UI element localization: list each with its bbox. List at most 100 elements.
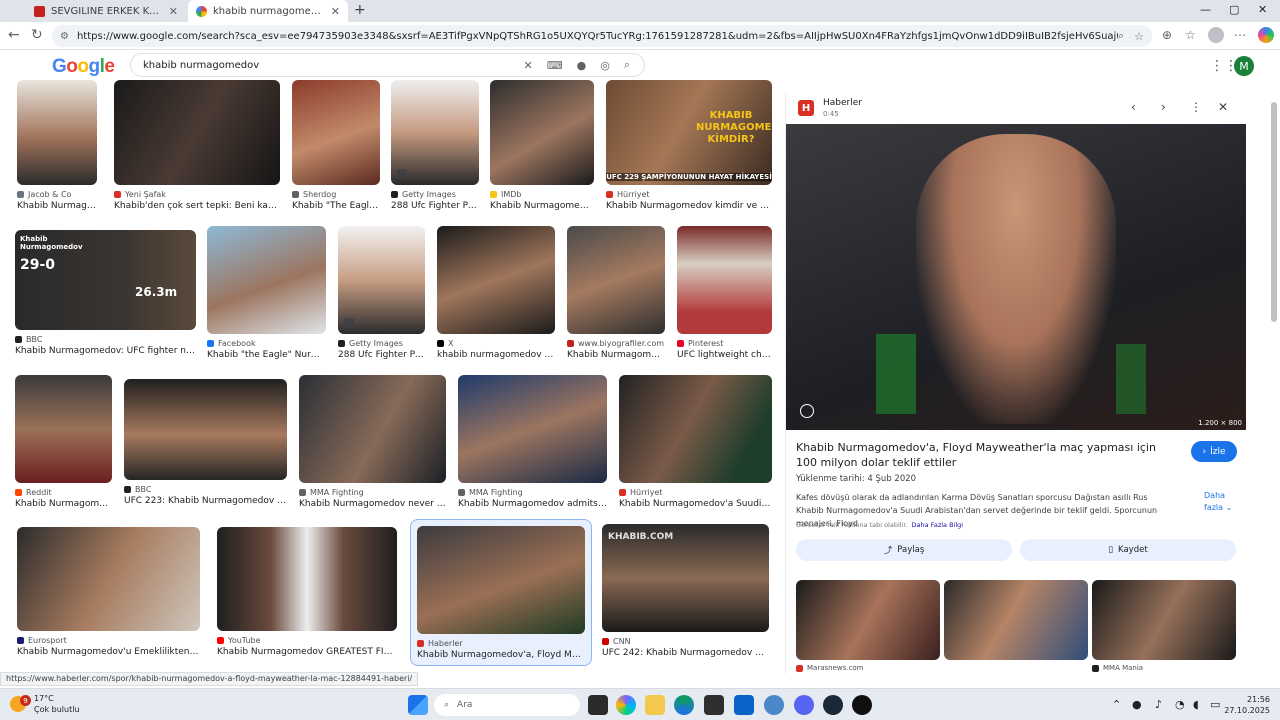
result-caption[interactable]: Khabib Nurmagomedov'a Suudi Ara... — [619, 499, 772, 509]
image-result[interactable]: Yeni Şafak Khabib'den çok sert tepki: Be… — [114, 80, 280, 211]
image-result[interactable]: www.biyografiler.com Khabib Nurmagomed..… — [567, 226, 665, 360]
wifi-icon[interactable]: ◔ — [1175, 698, 1185, 711]
result-thumbnail[interactable] — [299, 375, 446, 483]
volume-icon[interactable]: ◖ — [1193, 698, 1199, 711]
result-caption[interactable]: Khabib "the Eagle" Nurma... — [207, 350, 326, 360]
result-thumbnail[interactable] — [217, 527, 397, 631]
close-panel-icon[interactable]: ✕ — [1218, 100, 1228, 114]
image-result[interactable]: MMA Fighting Khabib Nurmagomedov admits … — [458, 375, 607, 509]
result-thumbnail[interactable] — [490, 80, 594, 185]
image-result[interactable]: Khabib Nurmagomedov 29-0 26.3m BBC Khabi… — [15, 230, 196, 356]
result-caption[interactable]: Khabib Nurmagomed... — [15, 499, 112, 509]
result-caption[interactable]: Khabib Nurmagomedo... — [490, 201, 594, 211]
app-icon[interactable] — [852, 695, 872, 715]
result-thumbnail[interactable] — [15, 375, 112, 483]
store-icon[interactable] — [704, 695, 724, 715]
google-logo[interactable]: Google — [52, 56, 115, 78]
result-thumbnail[interactable] — [391, 80, 479, 185]
image-result[interactable]: Jacob & Co Khabib Nurmagom... — [17, 80, 97, 211]
more-link[interactable]: Daha fazla ⌄ — [1204, 490, 1244, 514]
microphone-icon[interactable]: ● — [577, 59, 587, 72]
result-caption[interactable]: 288 Ufc Fighter Po... — [391, 201, 479, 211]
microphone-icon[interactable]: ♪ — [1155, 698, 1162, 711]
result-thumbnail[interactable] — [292, 80, 380, 185]
result-thumbnail[interactable]: KHABIB.COM — [602, 524, 769, 632]
favorites-icon[interactable]: ☆ — [1185, 28, 1196, 42]
result-caption[interactable]: 288 Ufc Fighter Po... — [338, 350, 425, 360]
steam-icon[interactable] — [823, 695, 843, 715]
clear-search-icon[interactable]: ✕ — [524, 59, 533, 72]
watch-button[interactable]: › İzle — [1191, 441, 1237, 462]
result-caption[interactable]: Khabib Nurmagom... — [17, 201, 97, 211]
preview-image[interactable]: 1.200 × 800 — [786, 124, 1246, 430]
lens-camera-icon[interactable]: ◎ — [600, 59, 610, 72]
result-thumbnail[interactable] — [619, 375, 772, 483]
next-arrow-icon[interactable]: › — [1161, 100, 1166, 114]
scrollbar-thumb[interactable] — [1271, 102, 1277, 322]
copilot-app-icon[interactable] — [616, 695, 636, 715]
preview-title[interactable]: Khabib Nurmagomedov'a, Floyd Mayweather'… — [796, 440, 1176, 470]
result-thumbnail[interactable] — [17, 527, 200, 631]
image-result[interactable]: Reddit Khabib Nurmagomed... — [15, 375, 112, 509]
image-result[interactable]: Facebook Khabib "the Eagle" Nurma... — [207, 226, 326, 360]
site-info-icon[interactable]: ⚙ — [60, 31, 69, 42]
result-caption[interactable]: Khabib Nurmagomedov admits len... — [458, 499, 607, 509]
share-button[interactable]: ⤴ Paylaş — [796, 539, 1012, 561]
image-result[interactable]: KHABIB NURMAGOMEDOV KİMDİR? UFC 229 ŞAMP… — [606, 80, 772, 211]
search-box[interactable]: khabib nurmagomedov ✕ ⌨ ● ◎ ⌕ — [130, 53, 645, 77]
result-thumbnail[interactable] — [567, 226, 665, 334]
result-caption[interactable]: khabib nurmagomedov on ... — [437, 350, 555, 360]
account-avatar[interactable]: M — [1234, 56, 1254, 76]
result-thumbnail[interactable] — [338, 226, 425, 334]
result-caption[interactable]: Khabib Nurmagomedov kimdir ve nereli... — [606, 201, 772, 211]
result-thumbnail[interactable] — [458, 375, 607, 483]
license-link[interactable]: Daha Fazla Bilgi — [912, 521, 964, 529]
close-tab-icon[interactable]: ✕ — [169, 5, 178, 18]
related-image[interactable] — [796, 580, 940, 660]
close-tab-icon[interactable]: ✕ — [331, 5, 340, 18]
result-thumbnail[interactable] — [677, 226, 772, 334]
image-result[interactable]: Sherdog Khabib "The Eagle... — [292, 80, 380, 211]
result-thumbnail[interactable] — [114, 80, 280, 185]
search-icon[interactable]: ⌕ — [624, 58, 630, 72]
image-result[interactable]: Pinterest UFC lightweight cha... — [677, 226, 772, 360]
result-caption[interactable]: UFC 223: Khabib Nurmagomedov cro... — [124, 496, 287, 506]
address-bar[interactable]: ⚙ https://www.google.com/search?sca_esv=… — [52, 25, 1152, 47]
result-caption[interactable]: Khabib Nurmagomedov: UFC fighter name... — [15, 346, 196, 356]
result-thumbnail[interactable] — [207, 226, 326, 334]
image-result[interactable]: BBC UFC 223: Khabib Nurmagomedov cro... — [124, 379, 287, 506]
windows-start-icon[interactable] — [408, 695, 428, 715]
image-result-selected[interactable]: Haberler Khabib Nurmagomedov'a, Floyd Ma… — [410, 519, 592, 666]
url-text[interactable]: https://www.google.com/search?sca_esv=ee… — [77, 31, 1118, 42]
image-result[interactable]: KHABIB.COM CNN UFC 242: Khabib Nurmagome… — [602, 524, 769, 658]
image-result[interactable]: YouTube Khabib Nurmagomedov GREATEST FIN… — [217, 527, 397, 657]
related-image[interactable] — [1092, 580, 1236, 660]
keyboard-icon[interactable]: ⌨ — [547, 59, 563, 72]
result-thumbnail[interactable] — [437, 226, 555, 334]
tab-khabib[interactable]: khabib nurmagomedov - Google ✕ — [188, 0, 348, 22]
result-caption[interactable]: Khabib'den çok sert tepki: Beni kaybed..… — [114, 201, 280, 211]
zoom-icon[interactable]: ⌕ — [1118, 29, 1124, 43]
image-result[interactable]: Getty Images 288 Ufc Fighter Po... — [391, 80, 479, 211]
task-view-icon[interactable] — [588, 695, 608, 715]
result-caption[interactable]: Khabib Nurmagomedov'a, Floyd Maywea... — [417, 650, 585, 660]
image-result[interactable]: X khabib nurmagomedov on ... — [437, 226, 555, 360]
reload-icon[interactable]: ↻ — [31, 27, 43, 43]
edge-browser-icon[interactable] — [674, 695, 694, 715]
image-result[interactable]: Eurosport Khabib Nurmagomedov'u Emeklili… — [17, 527, 200, 657]
panel-scrollbar[interactable] — [1270, 92, 1278, 672]
lens-search-icon[interactable] — [800, 404, 814, 418]
more-options-icon[interactable]: ⋮ — [1190, 100, 1202, 114]
maximize-button[interactable]: ▢ — [1229, 3, 1239, 16]
profile-avatar-icon[interactable] — [1208, 27, 1224, 43]
result-thumbnail[interactable]: Khabib Nurmagomedov 29-0 26.3m — [15, 230, 196, 330]
extensions-icon[interactable]: ⊕ — [1162, 28, 1172, 42]
result-thumbnail[interactable] — [17, 80, 97, 185]
image-result[interactable]: Getty Images 288 Ufc Fighter Po... — [338, 226, 425, 360]
image-result[interactable]: Hürriyet Khabib Nurmagomedov'a Suudi Ara… — [619, 375, 772, 509]
result-caption[interactable]: UFC lightweight cha... — [677, 350, 772, 360]
image-result[interactable]: IMDb Khabib Nurmagomedo... — [490, 80, 594, 211]
discord-icon[interactable] — [794, 695, 814, 715]
result-caption[interactable]: Khabib Nurmagomed... — [567, 350, 665, 360]
file-explorer-icon[interactable] — [645, 695, 665, 715]
